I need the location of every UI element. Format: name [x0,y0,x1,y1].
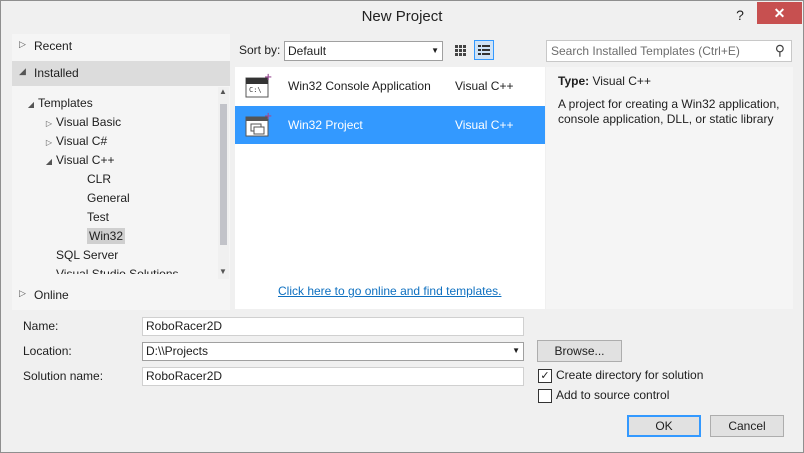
search-templates-input[interactable]: Search Installed Templates (Ctrl+E) ⚲ [546,40,792,62]
sort-by-value: Default [288,44,327,58]
collapse-arrow-icon[interactable]: ◢ [42,152,56,171]
template-list: C:\ ++ Win32 Console Application Visual … [235,67,545,309]
new-project-dialog: New Project ? ✕ ▷ Recent ◢ Installed ◢ Te… [0,0,804,453]
type-value: Visual C++ [592,74,651,88]
solution-name-value: RoboRacer2D [146,369,223,383]
solution-name-field[interactable]: RoboRacer2D [142,367,524,386]
source-control-label: Add to source control [556,388,670,402]
project-name-value: RoboRacer2D [146,319,223,333]
close-button[interactable]: ✕ [757,2,802,24]
template-navigation: ▷ Recent ◢ Installed ◢ Templates ▷ Visual B… [12,34,230,310]
template-name: Win32 Project [288,118,363,132]
location-select[interactable]: D:\\Projects ▼ [142,342,524,361]
tree-item[interactable]: ◢ Templates [24,94,93,113]
create-directory-checkbox[interactable]: ✓ [538,369,552,383]
tree-item-label: Visual C# [56,134,108,148]
tree-item[interactable]: Visual Studio Solutions [42,265,179,274]
tree-item-label: CLR [87,172,112,186]
template-description: Type: Visual C++ A project for creating … [546,67,793,309]
project-name-field[interactable]: RoboRacer2D [142,317,524,336]
scroll-up-arrow-icon[interactable]: ▲ [217,87,229,96]
ok-button[interactable]: OK [627,415,701,437]
nav-installed[interactable]: ◢ Installed [12,61,230,86]
tree-item-label: Visual Basic [56,115,122,129]
sort-by-label: Sort by: [239,43,281,57]
win32-project-icon: ++ [245,111,273,137]
collapse-arrow-icon: ◢ [19,66,26,76]
template-item-win32-console-application[interactable]: C:\ ++ Win32 Console Application Visual … [235,67,545,105]
title-bar: New Project ? ✕ [1,1,803,33]
console-app-icon: C:\ ++ [245,72,273,98]
source-control-checkbox[interactable] [538,389,552,403]
template-type: Type: Visual C++ [558,74,651,88]
tree-item[interactable]: SQL Server [42,246,118,265]
svg-text:++: ++ [264,111,273,122]
tree-item-label: Test [87,210,110,224]
template-language: Visual C++ [455,79,514,93]
solution-name-label: Solution name: [23,369,104,383]
search-icon[interactable]: ⚲ [775,42,785,59]
template-language: Visual C++ [455,118,514,132]
tree-item-label: Win32 [87,228,126,244]
tree-scroll-thumb[interactable] [220,104,227,245]
online-templates-link[interactable]: Click here to go online and find templat… [278,284,501,298]
tree-item-label: SQL Server [56,248,119,262]
window-title: New Project [361,8,443,25]
medium-icons-view-button[interactable] [474,40,494,60]
cancel-button[interactable]: Cancel [710,415,784,437]
expand-arrow-icon: ▷ [19,288,26,298]
tree-item[interactable]: Win32 [73,227,126,246]
scroll-down-arrow-icon[interactable]: ▼ [217,267,229,276]
grid-view-icon [455,45,466,56]
chevron-down-icon: ▼ [512,346,520,355]
tree-item-label: General [87,191,130,205]
collapse-arrow-icon[interactable]: ◢ [24,95,38,114]
tree-item[interactable]: ◢ Visual C++ [42,151,115,171]
list-view-icon [478,45,490,55]
tree-item[interactable]: ▷ Visual Basic [42,113,121,132]
template-tree: ◢ Templates ▷ Visual Basic ▷ Visual C# ◢ Visual… [12,94,220,274]
expand-arrow-icon: ▷ [19,39,26,49]
tree-item-label: Visual C++ [56,153,115,167]
template-name: Win32 Console Application [288,79,431,93]
tree-item[interactable]: Test [73,208,109,227]
nav-recent[interactable]: ▷ Recent [12,34,230,59]
small-icons-view-button[interactable] [450,40,470,60]
location-value: D:\\Projects [146,344,209,358]
search-placeholder: Search Installed Templates (Ctrl+E) [551,44,740,58]
svg-text:++: ++ [264,72,273,83]
tree-item[interactable]: CLR [73,170,111,189]
svg-text:C:\: C:\ [249,86,262,94]
tree-item-label: Templates [38,96,93,110]
nav-recent-label: Recent [34,39,73,53]
expand-arrow-icon[interactable]: ▷ [42,114,56,133]
browse-button[interactable]: Browse... [537,340,622,362]
location-label: Location: [23,344,72,358]
description-text: A project for creating a Win32 applicati… [558,97,780,126]
nav-installed-label: Installed [34,66,79,80]
nav-online[interactable]: ▷ Online [12,283,230,308]
tree-item[interactable]: ▷ Visual C# [42,132,107,151]
name-label: Name: [23,319,59,333]
create-directory-label: Create directory for solution [556,368,704,382]
expand-arrow-icon[interactable]: ▷ [42,133,56,152]
template-item-win32-project[interactable]: ++ Win32 Project Visual C++ [235,106,545,144]
tree-item[interactable]: General [73,189,130,208]
nav-online-label: Online [34,288,69,302]
type-label: Type: [558,74,590,88]
tree-item-label: Visual Studio Solutions [56,267,179,274]
help-button[interactable]: ? [728,5,752,25]
sort-by-select[interactable]: Default ▼ [284,41,443,61]
chevron-down-icon: ▼ [431,46,439,55]
